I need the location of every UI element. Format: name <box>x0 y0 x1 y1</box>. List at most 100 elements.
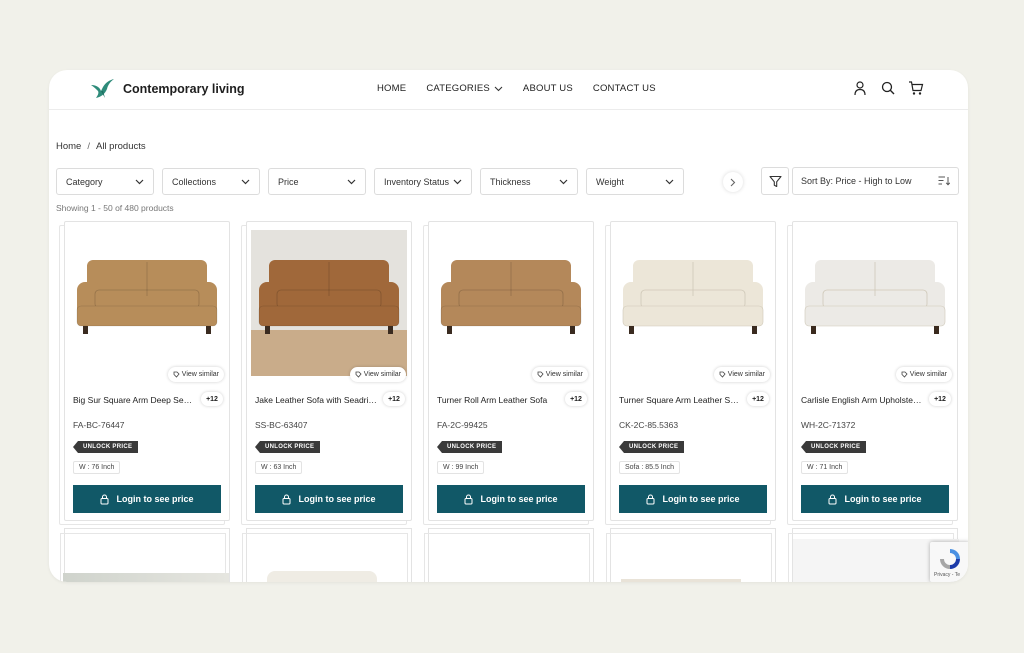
tag-icon <box>537 371 544 378</box>
nav-categories[interactable]: CATEGORIES <box>426 83 503 94</box>
unlock-price-badge[interactable]: UNLOCK PRICE <box>619 441 685 453</box>
sort-descending-icon <box>938 176 950 186</box>
dimension-chip: W : 63 Inch <box>255 461 303 474</box>
product-sku: SS-BC-63407 <box>255 420 308 430</box>
variants-badge[interactable]: +12 <box>201 392 223 406</box>
filter-inventory-status[interactable]: Inventory Status <box>374 168 472 195</box>
view-similar-button[interactable]: View similar <box>531 367 588 382</box>
login-label: Login to see price <box>116 494 194 504</box>
filter-bar: Category Collections Price Inventory Sta… <box>56 168 684 195</box>
unlock-price-badge[interactable]: UNLOCK PRICE <box>437 441 503 453</box>
chevron-down-icon <box>453 179 462 184</box>
view-similar-button[interactable]: View similar <box>349 367 406 382</box>
header-actions <box>852 80 924 96</box>
filter-label: Inventory Status <box>384 176 450 187</box>
filter-collections[interactable]: Collections <box>162 168 260 195</box>
nav-home[interactable]: HOME <box>377 83 406 94</box>
dimension-chip: Sofa : 85.5 Inch <box>619 461 681 474</box>
view-similar-button[interactable]: View similar <box>713 367 770 382</box>
product-card-body[interactable]: View similar Big Sur Square Arm Deep Seat… <box>64 221 230 521</box>
lock-icon <box>646 494 655 504</box>
product-image[interactable] <box>251 230 407 376</box>
filter-scroll-right-button[interactable] <box>723 172 743 192</box>
product-card-partial[interactable] <box>60 528 230 582</box>
product-name[interactable]: Carlisle English Arm Upholstered Sofa <box>801 395 923 405</box>
filter-weight[interactable]: Weight <box>586 168 684 195</box>
login-to-see-price-button[interactable]: Login to see price <box>73 485 221 513</box>
lock-icon <box>828 494 837 504</box>
browser-frame: Contemporary living HOME CATEGORIES ABOU… <box>49 70 968 582</box>
product-image[interactable] <box>69 230 225 376</box>
view-similar-label: View similar <box>909 371 947 378</box>
unlock-price-badge[interactable]: UNLOCK PRICE <box>255 441 321 453</box>
product-card[interactable]: View similar Turner Square Arm Leather So… <box>605 221 776 525</box>
recaptcha-badge[interactable]: Privacy - Te <box>930 542 968 582</box>
brand-name[interactable]: Contemporary living <box>123 82 245 96</box>
chevron-down-icon <box>559 179 568 184</box>
login-to-see-price-button[interactable]: Login to see price <box>619 485 767 513</box>
unlock-price-badge[interactable]: UNLOCK PRICE <box>801 441 867 453</box>
variants-badge[interactable]: +12 <box>747 392 769 406</box>
product-card[interactable]: View similar Turner Roll Arm Leather Sofa… <box>423 221 594 525</box>
sort-dropdown[interactable]: Sort By: Price - High to Low <box>792 167 959 195</box>
product-name[interactable]: Jake Leather Sofa with Seadrift Legs <box>255 395 377 405</box>
lock-icon <box>282 494 291 504</box>
product-name[interactable]: Big Sur Square Arm Deep Seat Sofa <box>73 395 195 405</box>
product-image[interactable] <box>797 230 953 376</box>
filter-toggle-button[interactable] <box>761 167 789 195</box>
product-image[interactable] <box>615 230 771 376</box>
product-card-body[interactable]: View similar Turner Square Arm Leather So… <box>610 221 776 521</box>
hummingbird-logo-icon[interactable] <box>89 76 115 102</box>
product-sku: CK-2C-85.5363 <box>619 420 679 430</box>
view-similar-button[interactable]: View similar <box>167 367 224 382</box>
filter-thickness[interactable]: Thickness <box>480 168 578 195</box>
product-sku: FA-BC-76447 <box>73 420 125 430</box>
filter-price[interactable]: Price <box>268 168 366 195</box>
login-to-see-price-button[interactable]: Login to see price <box>801 485 949 513</box>
user-icon[interactable] <box>852 80 868 96</box>
product-card[interactable]: View similar Jake Leather Sofa with Seadr… <box>241 221 412 525</box>
variants-badge[interactable]: +12 <box>565 392 587 406</box>
product-card-partial[interactable] <box>242 528 412 582</box>
dimension-chip: W : 71 Inch <box>801 461 849 474</box>
login-label: Login to see price <box>662 494 740 504</box>
product-card[interactable]: View similar Big Sur Square Arm Deep Seat… <box>59 221 230 525</box>
recaptcha-text: Privacy - Te <box>934 572 961 578</box>
view-similar-button[interactable]: View similar <box>895 367 952 382</box>
chevron-down-icon <box>241 179 250 184</box>
product-card-partial[interactable] <box>606 528 776 582</box>
breadcrumb: Home / All products <box>56 141 146 152</box>
login-to-see-price-button[interactable]: Login to see price <box>255 485 403 513</box>
product-name[interactable]: Turner Square Arm Leather Sofa <box>619 395 741 405</box>
recaptcha-icon <box>940 549 960 569</box>
filter-category[interactable]: Category <box>56 168 154 195</box>
lock-icon <box>464 494 473 504</box>
nav-contact-us[interactable]: CONTACT US <box>593 83 656 94</box>
product-card-body[interactable]: View similar Turner Roll Arm Leather Sofa… <box>428 221 594 521</box>
tag-icon <box>173 371 180 378</box>
product-name[interactable]: Turner Roll Arm Leather Sofa <box>437 395 559 405</box>
unlock-price-badge[interactable]: UNLOCK PRICE <box>73 441 139 453</box>
chevron-down-icon <box>135 179 144 184</box>
product-card[interactable]: View similar Carlisle English Arm Upholst… <box>787 221 958 525</box>
product-card-partial[interactable] <box>424 528 594 582</box>
login-to-see-price-button[interactable]: Login to see price <box>437 485 585 513</box>
tag-icon <box>901 371 908 378</box>
variants-badge[interactable]: +12 <box>929 392 951 406</box>
product-card-body[interactable]: View similar Carlisle English Arm Upholst… <box>792 221 958 521</box>
breadcrumb-current: All products <box>95 141 146 152</box>
variants-badge[interactable]: +12 <box>383 392 405 406</box>
view-similar-label: View similar <box>727 371 765 378</box>
nav-about-us[interactable]: ABOUT US <box>523 83 573 94</box>
product-card-body[interactable]: View similar Jake Leather Sofa with Seadr… <box>246 221 412 521</box>
product-image[interactable] <box>433 230 589 376</box>
breadcrumb-home[interactable]: Home <box>56 141 81 152</box>
search-icon[interactable] <box>880 80 896 96</box>
site-header: Contemporary living HOME CATEGORIES ABOU… <box>49 70 968 110</box>
cart-icon[interactable] <box>908 80 924 96</box>
lock-icon <box>100 494 109 504</box>
nav-contact-label: CONTACT US <box>592 83 656 94</box>
sort-label: Sort By: Price - High to Low <box>801 176 912 186</box>
dimension-chip: W : 99 Inch <box>437 461 485 474</box>
filter-label: Category <box>66 176 103 187</box>
